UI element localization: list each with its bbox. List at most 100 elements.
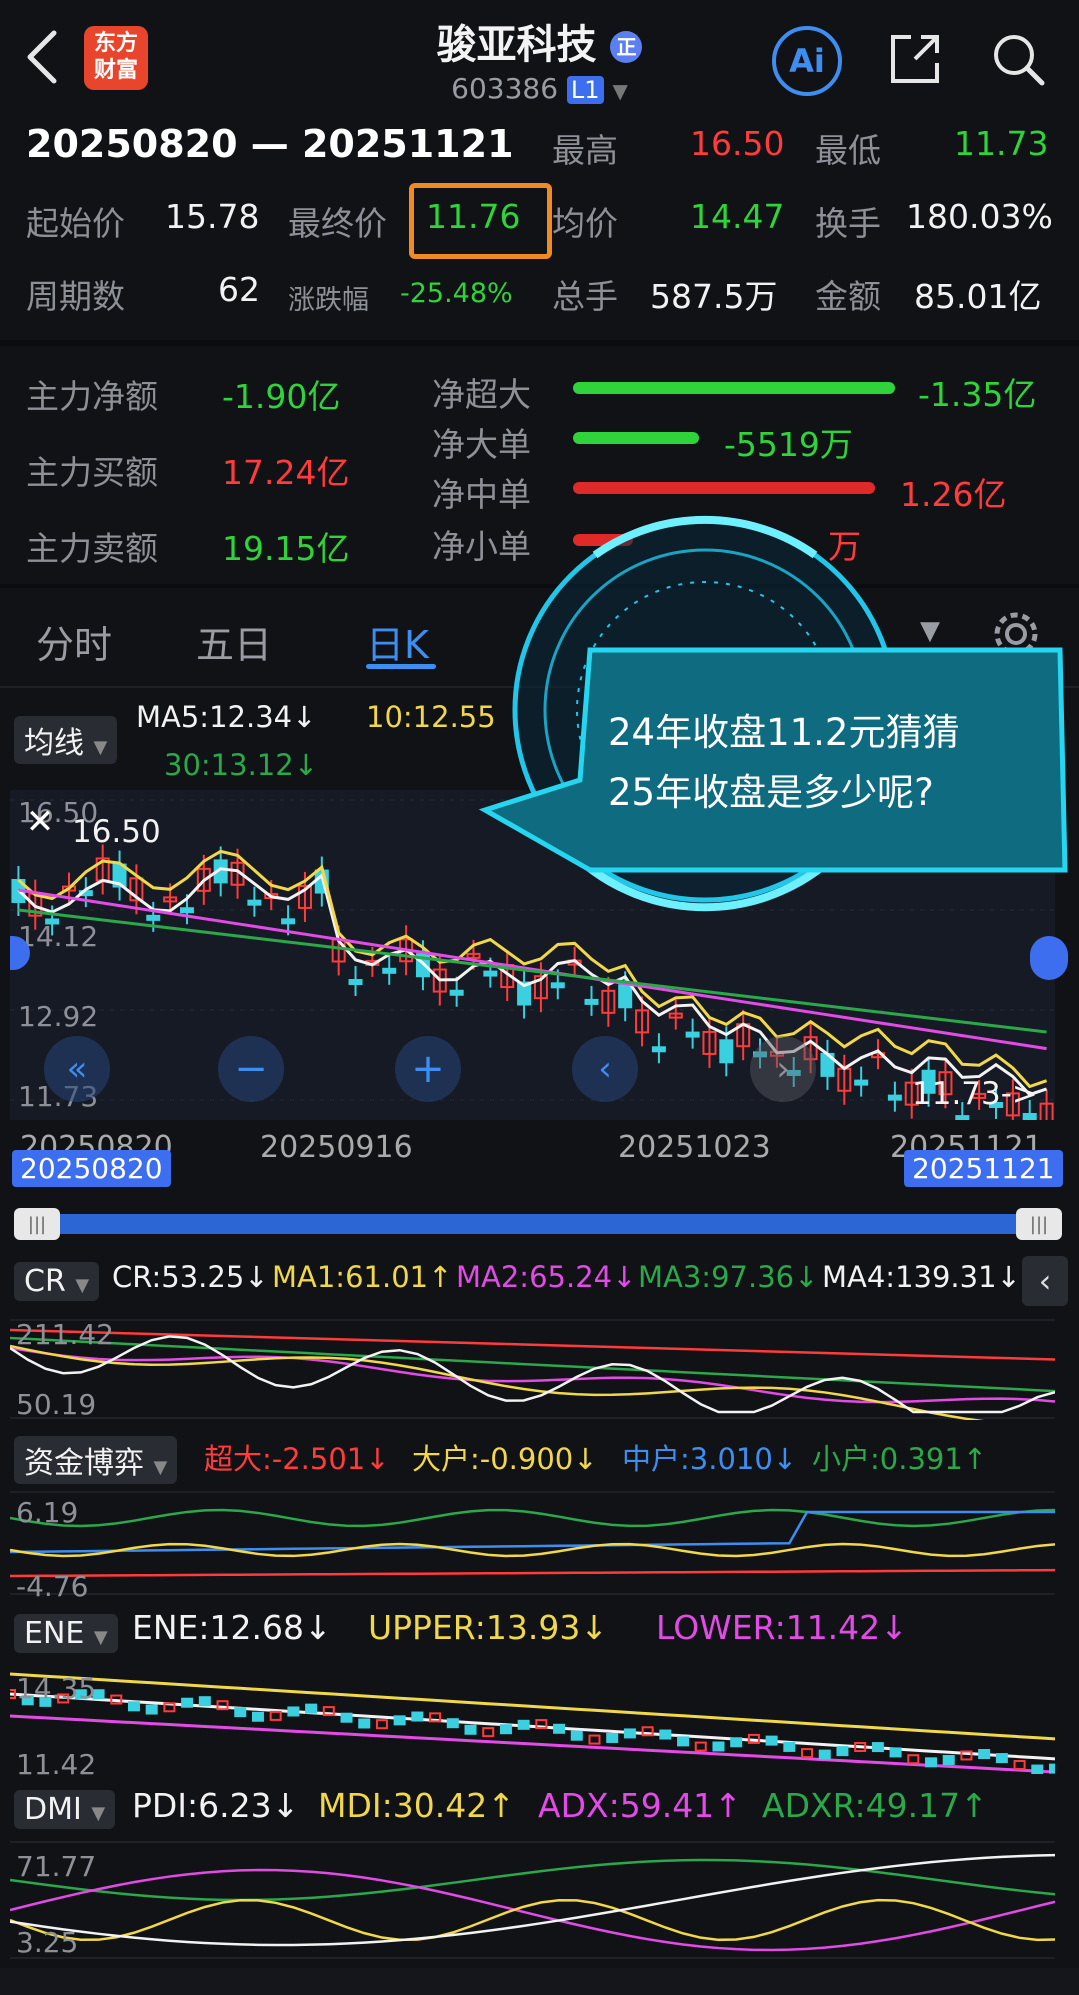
step-right-button[interactable]: › [750, 1036, 816, 1102]
zoom-out-button[interactable]: − [218, 1036, 284, 1102]
ene-y-top: 14.35 [16, 1672, 97, 1705]
ene-candle [801, 1748, 814, 1759]
volume-value: 587.5万 [650, 277, 778, 316]
flow-label-super: 净超大 [432, 375, 531, 414]
ene-candle [198, 1696, 211, 1707]
main-sell-value: 19.15亿 [222, 529, 350, 568]
ma30-legend: 30:13.12↓ [164, 748, 318, 782]
range-slider-track[interactable] [16, 1214, 1056, 1234]
ai-assistant-icon[interactable]: Ai [772, 26, 842, 96]
ene-lower: LOWER:11.42↓ [656, 1608, 908, 1647]
funds-super: 超大:-2.501↓ [204, 1442, 390, 1476]
chevron-down-icon: ▼ [91, 1803, 106, 1824]
bottom-nav [0, 1968, 1079, 1995]
search-icon[interactable] [985, 26, 1051, 92]
ene-candle [287, 1706, 300, 1717]
x-label-2: 20250916 [260, 1130, 413, 1165]
ene-candle [783, 1741, 796, 1752]
ene-y-bottom: 11.42 [16, 1748, 97, 1781]
dmi-adx: ADX:59.41↑ [538, 1786, 742, 1825]
cr-selector[interactable]: CR ▼ [14, 1262, 100, 1301]
main-net-value: -1.90亿 [222, 377, 341, 416]
right-handle-icon[interactable] [1030, 936, 1068, 980]
ene-selector[interactable]: ENE ▼ [14, 1614, 118, 1653]
chevron-down-icon: ▼ [93, 737, 108, 758]
cr-chart [10, 1319, 1055, 1420]
ene-candle [606, 1732, 619, 1743]
main-buy-label: 主力买额 [26, 453, 158, 492]
ene-candle [127, 1701, 140, 1712]
ene-candle [446, 1718, 459, 1729]
candle-body [651, 1046, 666, 1053]
ene-candle [517, 1719, 530, 1730]
end-price-value: 11.76 [426, 197, 521, 236]
funds-small: 小户:0.391↑ [812, 1442, 988, 1476]
start-price-label: 起始价 [26, 204, 125, 243]
ene-candle [623, 1728, 636, 1739]
zoom-in-button[interactable]: + [395, 1036, 461, 1102]
dmi-selector[interactable]: DMI ▼ [14, 1790, 116, 1829]
ene-candle [570, 1730, 583, 1741]
ma-selector[interactable]: 均线 ▼ [14, 716, 118, 764]
range-slider-left-handle[interactable]: ||| [14, 1208, 60, 1240]
main-net-label: 主力净额 [26, 377, 158, 416]
cr-value: CR:53.25↓ [112, 1260, 269, 1294]
high-price-marker: 16.50 [72, 814, 161, 850]
amount-value: 85.01亿 [914, 277, 1042, 316]
ene-candle [411, 1711, 424, 1722]
close-crosshair-icon[interactable]: ✕ [22, 802, 58, 842]
candle-body [179, 907, 194, 914]
cr-ma1: MA1:61.01↑ [272, 1260, 453, 1294]
change-value: -25.48% [400, 278, 513, 309]
funds-selector[interactable]: 资金博弈 ▼ [14, 1436, 178, 1484]
cr-ma3: MA3:97.36↓ [638, 1260, 819, 1294]
dmi-pdi: PDI:6.23↓ [132, 1786, 300, 1825]
range-start-tag: 20250820 [12, 1150, 171, 1187]
ene-upper: UPPER:13.93↓ [368, 1608, 608, 1647]
avg-price-label: 均价 [552, 204, 618, 243]
range-slider-right-handle[interactable]: ||| [1016, 1208, 1062, 1240]
main-sell-label: 主力卖额 [26, 529, 158, 568]
candle-body [146, 914, 161, 921]
ene-candle [234, 1707, 247, 1718]
step-left-button[interactable]: ‹ [572, 1036, 638, 1102]
cr-y-top: 211.42 [16, 1318, 114, 1351]
turnover-label: 换手 [815, 204, 881, 243]
low-label: 最低 [815, 131, 881, 170]
ene-candle [730, 1737, 743, 1748]
candle-body [685, 1031, 700, 1038]
start-price-value: 15.78 [165, 197, 260, 236]
ene-chart [10, 1672, 1055, 1774]
ene-candle [1031, 1764, 1044, 1774]
avg-price-value: 14.47 [690, 197, 785, 236]
x-label-3: 20251023 [618, 1130, 771, 1165]
ene-upper-line [10, 1672, 1055, 1741]
funds-y-top: 6.19 [16, 1496, 79, 1529]
ene-candle [871, 1742, 884, 1753]
low-price-marker: 11.73-> [912, 1076, 1038, 1112]
candle-body [483, 970, 498, 977]
ene-candle [482, 1727, 495, 1738]
ene-candle [588, 1734, 601, 1745]
scroll-left-fast-button[interactable]: « [44, 1036, 110, 1102]
hint-line-2: 25年收盘是多少呢? [608, 771, 934, 814]
funds-super-line [10, 1568, 1055, 1578]
ene-candle [1013, 1760, 1026, 1771]
periods-value: 62 [218, 270, 260, 309]
flow-bar-large [573, 432, 699, 444]
share-icon[interactable] [882, 26, 948, 92]
cr-line [10, 1335, 1055, 1414]
collapse-arrow-icon[interactable]: ‹ [1022, 1256, 1068, 1306]
dropdown-arrow-icon[interactable]: ▼ [612, 79, 627, 103]
tab-intraday[interactable]: 分时 [36, 614, 112, 669]
flow-bar-medium [573, 482, 875, 494]
chevron-down-icon: ▼ [153, 1457, 168, 1478]
ene-candle [925, 1757, 938, 1768]
ene-candle [375, 1719, 388, 1730]
dmi-chart [10, 1841, 1055, 1959]
tab-daily-k[interactable]: 日K [366, 614, 429, 669]
funds-large: 大户:-0.900↓ [412, 1442, 598, 1476]
tab-five-day[interactable]: 五日 [196, 614, 272, 669]
ene-candle [499, 1724, 512, 1735]
ene-candle [942, 1754, 955, 1765]
